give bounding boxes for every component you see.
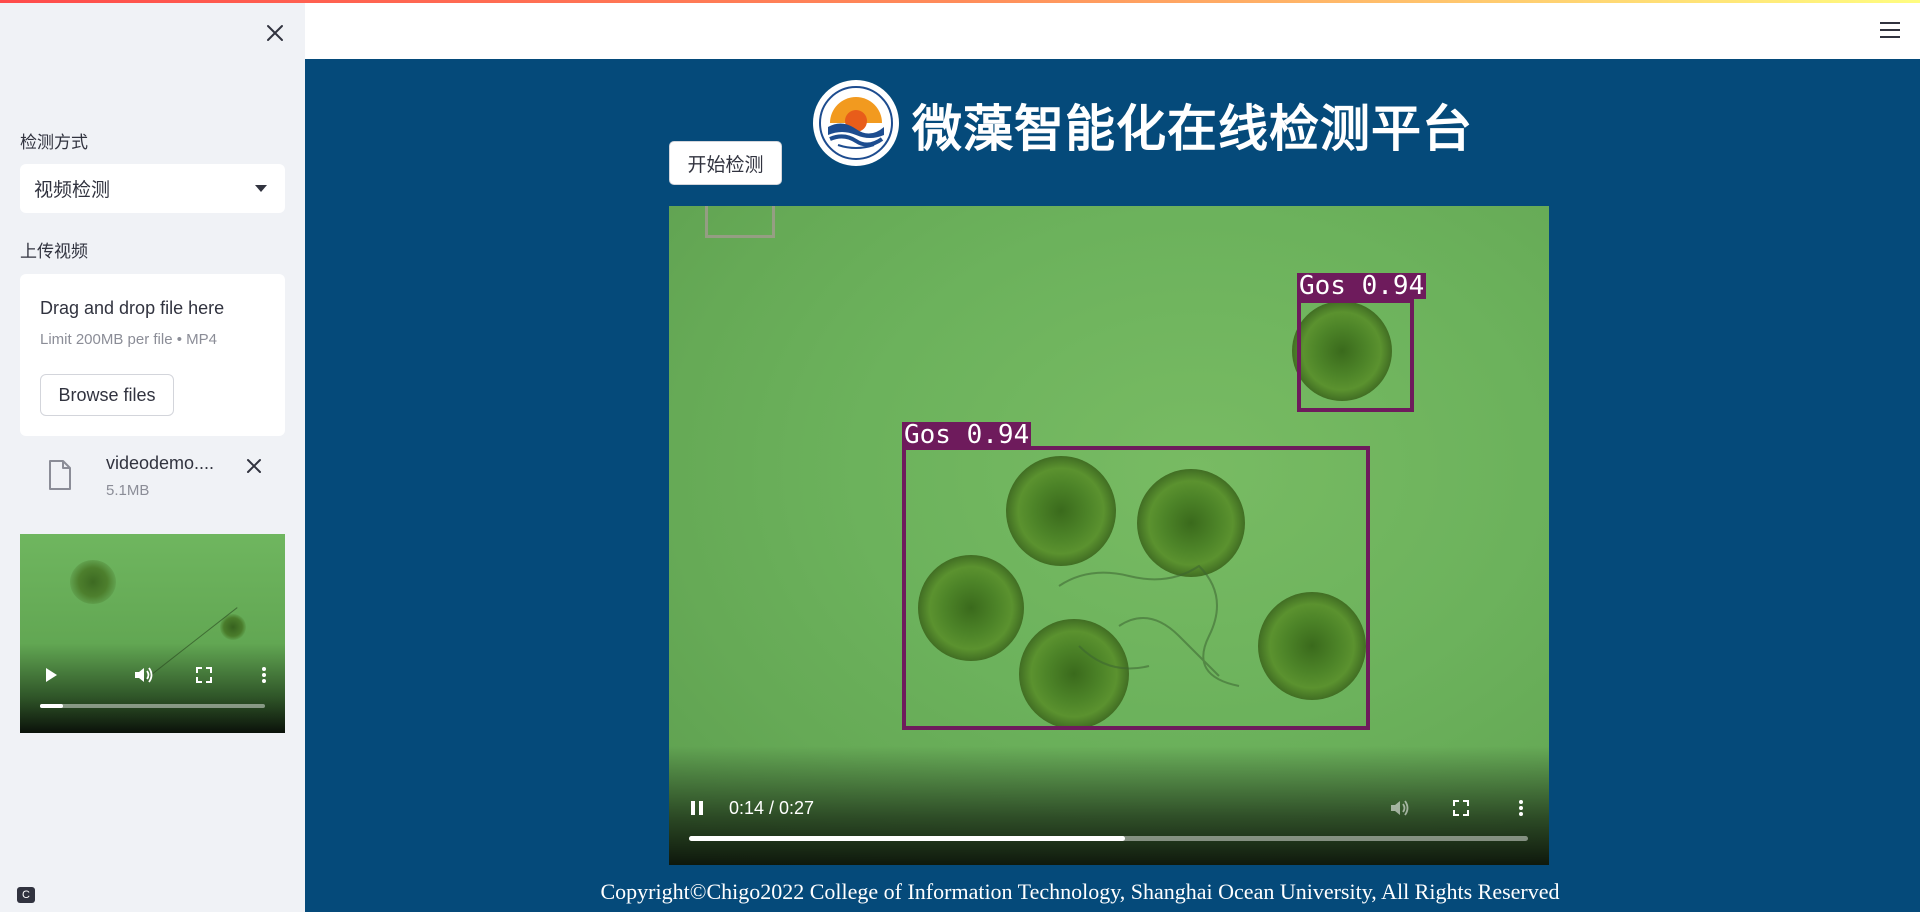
sidebar-close-button[interactable] xyxy=(262,20,288,46)
preview-progress-bar[interactable] xyxy=(40,704,265,708)
preview-progress-fill xyxy=(40,704,63,708)
preview-video-player[interactable] xyxy=(20,534,285,733)
detection-label: Gos 0.94 xyxy=(1297,271,1427,301)
main-content: 微藻智能化在线检测平台 开始检测 Gos 0.94 Gos 0.94 0:14 … xyxy=(305,59,1920,912)
play-button[interactable] xyxy=(40,664,62,686)
hamburger-line xyxy=(1880,36,1900,38)
detection-video-player[interactable]: Gos 0.94 Gos 0.94 0:14 / 0:27 xyxy=(669,206,1549,865)
more-options-button[interactable] xyxy=(1507,794,1535,822)
fullscreen-icon xyxy=(1453,800,1469,816)
fullscreen-button[interactable] xyxy=(1447,794,1475,822)
university-logo xyxy=(813,80,899,166)
file-name: videodemo.... xyxy=(106,453,215,473)
pause-icon xyxy=(691,801,703,815)
close-icon xyxy=(267,25,283,41)
hamburger-menu-button[interactable] xyxy=(1880,22,1902,40)
hamburger-line xyxy=(1880,29,1900,31)
volume-icon xyxy=(135,667,153,683)
fullscreen-icon xyxy=(196,667,212,683)
dropzone-limit: Limit 200MB per file • MP4 xyxy=(40,331,217,348)
page-title: 微藻智能化在线检测平台 xyxy=(912,99,1473,158)
detection-box xyxy=(1297,299,1414,412)
more-options-button[interactable] xyxy=(253,664,275,686)
video-progress-bar[interactable] xyxy=(689,836,1528,841)
app-status-icon[interactable]: C xyxy=(17,887,35,903)
video-frame-strand xyxy=(142,607,238,682)
mute-button[interactable] xyxy=(1387,794,1415,822)
detection-box xyxy=(902,446,1370,730)
more-icon xyxy=(1519,800,1523,816)
detect-mode-value: 视频检测 xyxy=(34,180,111,201)
faint-detection-box xyxy=(705,206,775,238)
volume-icon xyxy=(1391,800,1409,816)
top-header xyxy=(305,3,1920,59)
more-icon xyxy=(262,667,266,683)
sidebar: 检测方式 视频检测 上传视频 Drag and drop file here L… xyxy=(0,0,305,912)
dropzone-title: Drag and drop file here xyxy=(40,298,225,318)
video-progress-fill xyxy=(689,836,1126,841)
detection-label: Gos 0.94 xyxy=(902,420,1032,450)
volume-button[interactable] xyxy=(133,664,155,686)
copyright-footer: Copyright©Chigo2022 College of Informati… xyxy=(600,879,1560,904)
video-time: 0:14 / 0:27 xyxy=(729,798,815,818)
upload-label: 上传视频 xyxy=(20,242,88,261)
uploaded-file: videodemo.... 5.1MB xyxy=(20,446,285,506)
hamburger-icon xyxy=(1880,22,1900,24)
fullscreen-button[interactable] xyxy=(193,664,215,686)
detect-mode-select[interactable]: 视频检测 xyxy=(20,164,285,213)
caret-down-icon xyxy=(255,185,267,192)
file-size: 5.1MB xyxy=(106,482,150,499)
file-icon xyxy=(49,460,71,490)
top-decoration-bar xyxy=(0,0,1920,3)
pause-button[interactable] xyxy=(683,794,711,822)
remove-file-button[interactable] xyxy=(242,454,266,478)
detect-mode-label: 检测方式 xyxy=(20,133,88,152)
play-icon xyxy=(46,668,57,682)
start-detection-button[interactable]: 开始检测 xyxy=(669,141,782,185)
browse-files-button[interactable]: Browse files xyxy=(40,374,174,416)
file-dropzone[interactable]: Drag and drop file here Limit 200MB per … xyxy=(20,274,285,436)
video-frame-cell xyxy=(70,560,116,604)
close-icon xyxy=(247,459,261,473)
